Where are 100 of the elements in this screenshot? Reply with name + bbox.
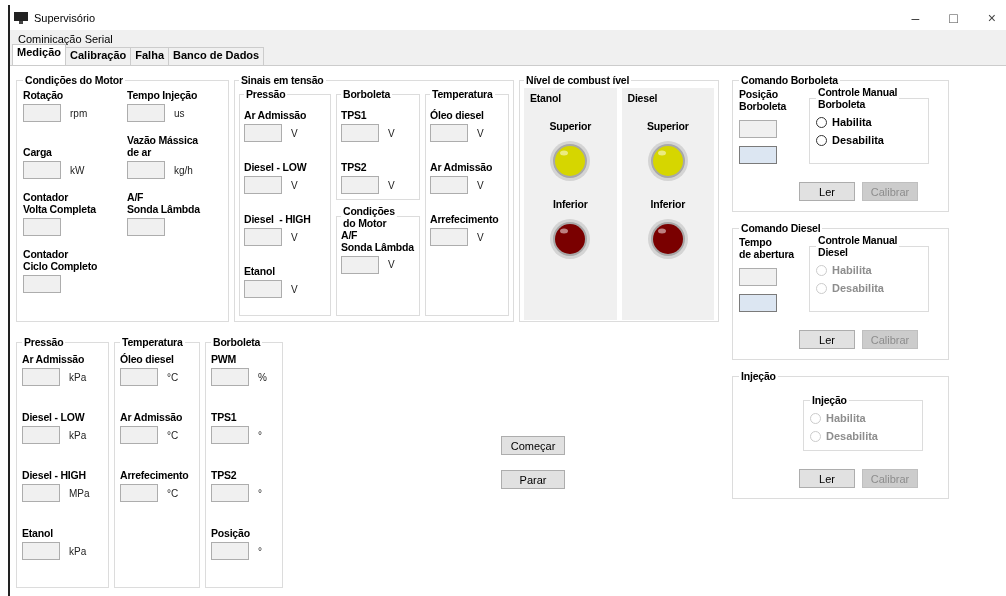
value-field[interactable]	[430, 124, 468, 142]
unit-label: V	[291, 231, 298, 243]
group-title: Controle Manual Borboleta	[817, 86, 899, 110]
value-field[interactable]	[341, 124, 379, 142]
unit-label: V	[388, 127, 395, 139]
lamp-label: Inferior	[552, 198, 588, 210]
value-field[interactable]	[127, 218, 165, 236]
group-title: Borboleta	[212, 336, 262, 348]
value-field[interactable]	[120, 484, 158, 502]
group-title: Borboleta	[342, 88, 392, 100]
unit-label: kW	[70, 164, 85, 176]
action-button[interactable]: Começar	[501, 436, 565, 455]
field-label: Óleo diesel	[120, 353, 175, 365]
value-field[interactable]	[739, 120, 777, 138]
field-label: Ar Admissão	[22, 353, 86, 365]
field-label: Arrefecimento	[430, 213, 500, 225]
command-button[interactable]: Ler	[799, 469, 855, 488]
field-label: Posição Borboleta	[739, 88, 788, 112]
tab[interactable]: Banco de Dados	[168, 47, 265, 65]
field-label: TPS2	[211, 469, 238, 481]
field-label: Contador Ciclo Completo	[23, 248, 99, 272]
window-control[interactable]: –	[907, 9, 924, 26]
unit-label: °C	[167, 429, 179, 441]
tank-name: Etanol	[530, 92, 562, 104]
group-title: Comando Borboleta	[740, 74, 839, 86]
field-label: PWM	[211, 353, 238, 365]
radio-button[interactable]: Desabilita	[816, 134, 884, 146]
group-title: Controle Manual Diesel	[817, 234, 899, 258]
field-label: Diesel - HIGH	[22, 469, 87, 481]
field-label: Tempo de abertura	[739, 236, 795, 260]
value-field[interactable]	[244, 228, 282, 246]
value-field[interactable]	[22, 484, 60, 502]
value-field[interactable]	[23, 275, 61, 293]
field-label: TPS1	[341, 109, 368, 121]
value-field[interactable]	[127, 161, 165, 179]
value-field[interactable]	[739, 294, 777, 312]
field-label: Ar Admissão	[244, 109, 308, 121]
value-field[interactable]	[211, 426, 249, 444]
value-field[interactable]	[23, 218, 61, 236]
command-button[interactable]: Ler	[799, 182, 855, 201]
unit-label: °	[258, 545, 262, 557]
value-field[interactable]	[120, 426, 158, 444]
value-field[interactable]	[739, 268, 777, 286]
value-field[interactable]	[22, 368, 60, 386]
menu-item[interactable]: Cominicação Serial	[14, 32, 117, 45]
field-label: Etanol	[244, 265, 276, 277]
unit-label: V	[477, 231, 484, 243]
value-field[interactable]	[739, 146, 777, 164]
value-field[interactable]	[341, 255, 379, 274]
value-field[interactable]	[22, 426, 60, 444]
field-label: Diesel - LOW	[22, 411, 86, 423]
value-field[interactable]	[211, 542, 249, 560]
tank-name: Diesel	[627, 92, 659, 104]
unit-label: kg/h	[174, 164, 193, 176]
group-title: Nível de combust ível	[525, 74, 631, 86]
field-label: Ar Admissão	[120, 411, 184, 423]
unit-label: °	[258, 429, 262, 441]
field-label: Diesel - HIGH	[244, 213, 312, 225]
lamp-label: Superior	[549, 120, 592, 132]
value-field[interactable]	[22, 542, 60, 560]
value-field[interactable]	[244, 124, 282, 142]
field-label: Rotação	[23, 89, 65, 101]
field-label: Diesel - LOW	[244, 161, 308, 173]
value-field[interactable]	[120, 368, 158, 386]
value-field[interactable]	[23, 104, 61, 122]
group-title: Temperatura	[121, 336, 184, 348]
value-field[interactable]	[211, 484, 249, 502]
window-control[interactable]: □	[945, 9, 962, 26]
field-label: Carga	[23, 146, 53, 158]
group-title: Injeção	[740, 370, 777, 382]
group-title: Comando Diesel	[740, 222, 822, 234]
unit-label: rpm	[70, 107, 88, 119]
unit-label: V	[291, 179, 298, 191]
unit-label: V	[477, 127, 484, 139]
unit-label: °C	[167, 487, 179, 499]
field-label: Ar Admissão	[430, 161, 494, 173]
field-label: TPS1	[211, 411, 238, 423]
lamp-label: Superior	[646, 120, 689, 132]
field-label: Óleo diesel	[430, 109, 485, 121]
value-field[interactable]	[244, 176, 282, 194]
value-field[interactable]	[127, 104, 165, 122]
value-field[interactable]	[244, 280, 282, 298]
value-field[interactable]	[23, 161, 61, 179]
field-label: Posição	[211, 527, 251, 539]
command-button[interactable]: Ler	[799, 330, 855, 349]
action-button[interactable]: Parar	[501, 470, 565, 489]
field-label: TPS2	[341, 161, 368, 173]
unit-label: us	[174, 107, 185, 119]
value-field[interactable]	[211, 368, 249, 386]
radio-button[interactable]: Habilita	[816, 116, 872, 128]
group-title: Sinais em tensão	[240, 74, 325, 86]
field-label: Tempo Injeção	[127, 89, 199, 101]
unit-label: kPa	[69, 371, 87, 383]
value-field[interactable]	[430, 228, 468, 246]
tab[interactable]: Medição	[12, 44, 66, 65]
unit-label: MPa	[69, 487, 90, 499]
value-field[interactable]	[430, 176, 468, 194]
group-title: Pressão	[23, 336, 65, 348]
value-field[interactable]	[341, 176, 379, 194]
window-control[interactable]: ×	[983, 9, 1000, 26]
